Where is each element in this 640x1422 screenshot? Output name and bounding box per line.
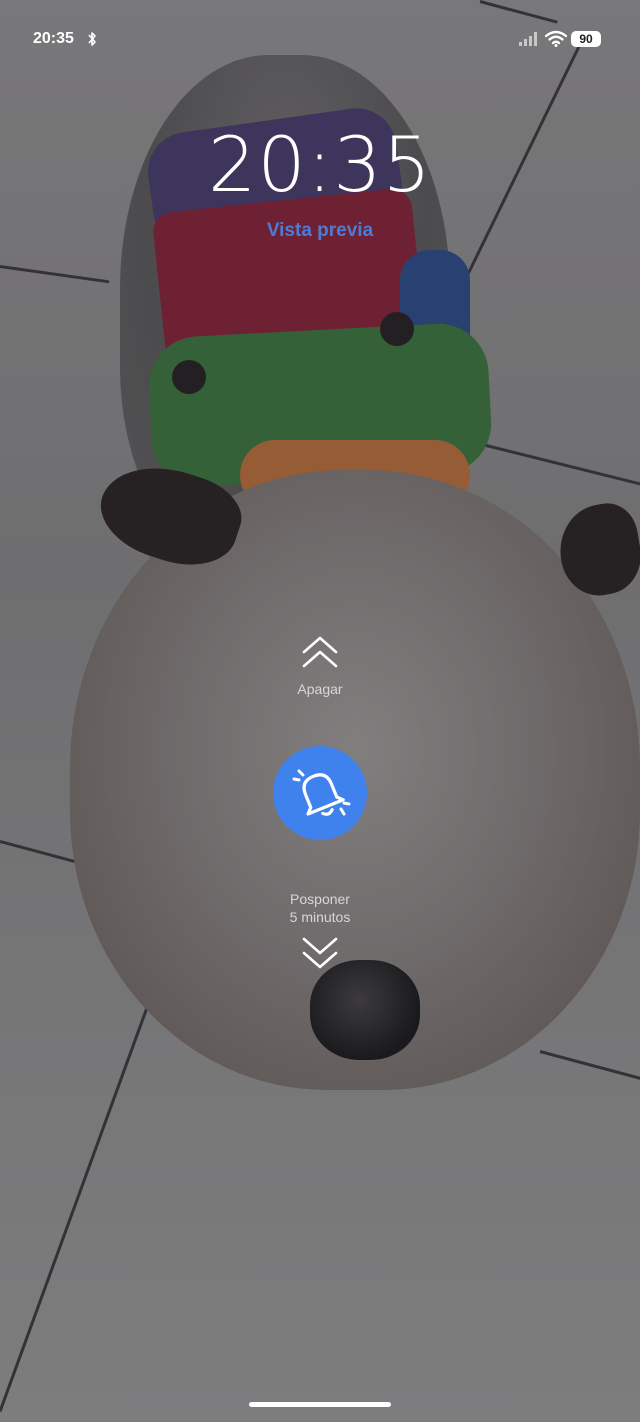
preview-label[interactable]: Vista previa (0, 220, 640, 242)
battery-level: 90 (579, 32, 593, 46)
wallpaper (0, 0, 640, 1422)
wallpaper-dim-overlay (0, 0, 640, 1422)
alarm-bell-icon (292, 769, 351, 816)
lockscreen-clock: 20:35 (207, 120, 433, 209)
chevron-up-icon (302, 636, 338, 668)
alarm-slide-button[interactable] (273, 746, 367, 840)
chevron-down-icon (302, 937, 338, 969)
home-indicator[interactable] (249, 1402, 391, 1407)
dismiss-label: Apagar (297, 681, 343, 697)
bluetooth-icon (88, 32, 96, 46)
snooze-label: Posponer 5 minutos (0, 890, 640, 926)
battery-icon: 90 (571, 31, 601, 47)
wifi-icon (545, 30, 567, 47)
status-time: 20:35 (33, 30, 74, 47)
status-bar: 20:35 90 (0, 0, 640, 80)
snooze-label-line2: 5 minutos (289, 909, 351, 925)
snooze-label-line1: Posponer (290, 891, 350, 907)
signal-icon (519, 32, 537, 46)
